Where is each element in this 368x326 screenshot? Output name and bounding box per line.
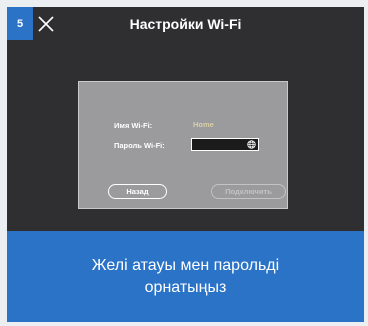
caption-text: Желі атауы мен парольді орнатыңыз bbox=[91, 256, 280, 296]
ssid-value[interactable]: Home bbox=[193, 120, 214, 129]
password-label: Пароль Wi-Fi: bbox=[114, 141, 165, 150]
connect-button[interactable]: Подключить bbox=[211, 184, 286, 199]
instruction-card: 5 Настройки Wi-Fi Имя Wi-Fi: Home Пароль… bbox=[7, 7, 364, 322]
ssid-label: Имя Wi-Fi: bbox=[114, 121, 153, 130]
password-field[interactable] bbox=[191, 138, 259, 151]
wifi-settings-dialog: Имя Wi-Fi: Home Пароль Wi-Fi: Назад Подк… bbox=[78, 81, 288, 209]
instruction-caption: Желі атауы мен парольді орнатыңыз bbox=[7, 231, 364, 322]
back-button[interactable]: Назад bbox=[108, 184, 167, 199]
page-title: Настройки Wi-Fi bbox=[129, 16, 242, 32]
globe-icon[interactable] bbox=[247, 140, 256, 149]
